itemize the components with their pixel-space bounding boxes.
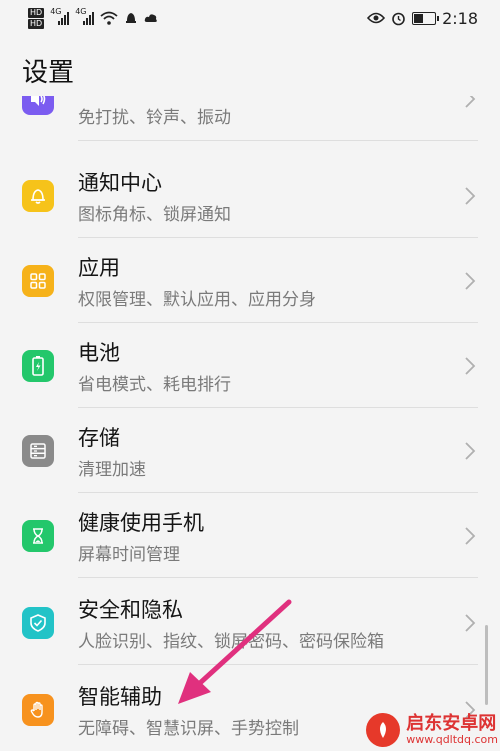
row-label: 安全和隐私 — [78, 598, 183, 622]
settings-list[interactable]: 声音 免打扰、铃声、振动 通知中心 图标角标、锁屏通知 — [0, 96, 500, 751]
divider — [78, 664, 478, 665]
row-label: 智能辅助 — [78, 685, 162, 709]
chevron-right-icon — [465, 441, 476, 460]
row-label: 声音 — [78, 96, 120, 100]
chevron-right-icon — [465, 613, 476, 632]
battery-status-icon — [412, 11, 440, 25]
signal-icon: 4G — [50, 7, 70, 25]
status-left: HD HD 4G 4G — [28, 7, 158, 29]
hand-icon — [30, 701, 43, 718]
hd-badge-top: HD — [28, 7, 45, 18]
settings-item-storage[interactable]: 存储 清理加速 — [0, 408, 500, 493]
watermark: 启东安卓网 www.qdltdq.com — [366, 713, 498, 747]
row-icon-box — [22, 606, 54, 639]
row-label: 存储 — [78, 426, 120, 450]
notification-icon — [126, 13, 137, 23]
row-icon-box — [22, 264, 54, 297]
row-subtitle: 清理加速 — [78, 460, 146, 480]
row-subtitle: 省电模式、耗电排行 — [78, 375, 231, 395]
storage-icon — [30, 442, 46, 459]
chevron-right-icon — [465, 186, 476, 205]
settings-item-battery[interactable]: 电池 省电模式、耗电排行 — [0, 323, 500, 408]
row-icon-box — [22, 693, 54, 726]
row-label: 通知中心 — [78, 171, 162, 195]
hd-badge-bottom: HD — [28, 18, 45, 29]
status-bar: HD HD 4G 4G 2:18 — [0, 0, 500, 36]
hd-indicator: HD HD — [28, 7, 45, 29]
cloud-icon — [144, 14, 157, 22]
row-label: 电池 — [78, 341, 120, 365]
row-icon-box — [22, 349, 54, 382]
chevron-right-icon — [465, 526, 476, 545]
watermark-logo-icon — [366, 713, 401, 747]
eye-icon — [367, 12, 386, 24]
row-label: 健康使用手机 — [78, 511, 204, 535]
chevron-right-icon — [465, 356, 476, 375]
settings-item-sound[interactable]: 声音 免打扰、铃声、振动 — [0, 96, 500, 141]
watermark-url: www.qdltdq.com — [406, 732, 498, 746]
row-subtitle: 屏幕时间管理 — [78, 545, 180, 565]
chevron-right-icon — [465, 96, 476, 108]
settings-item-notification-center[interactable]: 通知中心 图标角标、锁屏通知 — [0, 153, 500, 238]
row-subtitle: 无障碍、智慧识屏、手势控制 — [78, 719, 299, 739]
network-type-label: 4G — [50, 7, 62, 16]
row-icon-box — [22, 519, 54, 552]
bell-icon — [31, 188, 45, 204]
shield-icon — [30, 613, 46, 632]
row-icon-box — [22, 96, 54, 115]
divider — [78, 140, 478, 141]
row-label: 应用 — [78, 256, 120, 280]
row-icon-box — [22, 434, 54, 467]
signal-icon-2: 4G — [75, 7, 95, 25]
settings-item-digital-balance[interactable]: 健康使用手机 屏幕时间管理 — [0, 493, 500, 578]
wifi-icon — [100, 11, 118, 25]
page-title: 设置 — [22, 58, 75, 88]
alarm-icon — [392, 12, 405, 25]
hourglass-icon — [33, 527, 43, 544]
status-right: 2:18 — [367, 9, 478, 28]
settings-item-security-privacy[interactable]: 安全和隐私 人脸识别、指纹、锁屏密码、密码保险箱 — [0, 580, 500, 665]
clock: 2:18 — [442, 8, 478, 28]
row-subtitle: 免打扰、铃声、振动 — [78, 108, 231, 128]
settings-item-apps[interactable]: 应用 权限管理、默认应用、应用分身 — [0, 238, 500, 323]
row-icon-box — [22, 179, 54, 212]
network-type-label-2: 4G — [75, 7, 87, 16]
speaker-icon — [31, 96, 46, 106]
divider — [78, 577, 478, 578]
battery-icon — [32, 355, 44, 376]
apps-grid-icon — [30, 272, 46, 289]
watermark-name: 启东安卓网 — [406, 713, 497, 735]
scrollbar[interactable] — [485, 625, 488, 705]
row-subtitle: 权限管理、默认应用、应用分身 — [78, 290, 316, 310]
row-subtitle: 图标角标、锁屏通知 — [78, 205, 231, 225]
chevron-right-icon — [465, 271, 476, 290]
row-subtitle: 人脸识别、指纹、锁屏密码、密码保险箱 — [78, 632, 384, 652]
